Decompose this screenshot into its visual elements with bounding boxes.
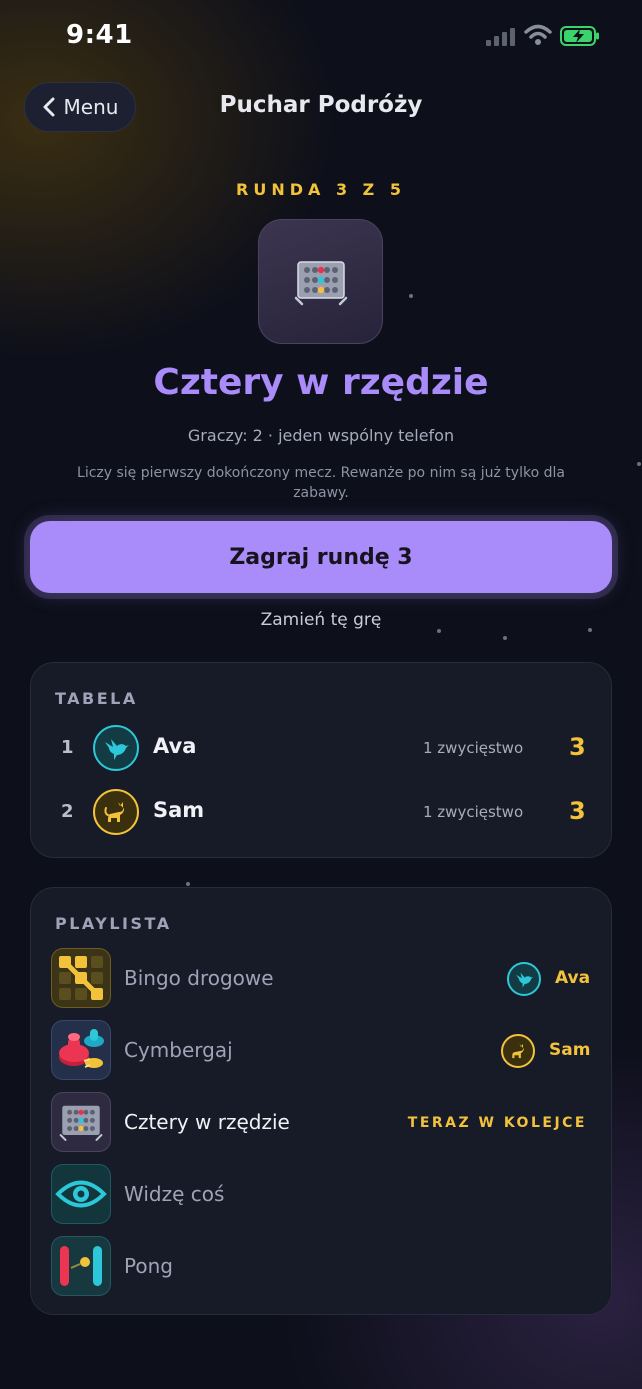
decorative-dot [437, 629, 441, 633]
current-game-tile [258, 219, 383, 344]
playlist-heading: PLAYLISTA [55, 914, 172, 933]
leaderboard-heading: TABELA [55, 689, 138, 708]
playlist-item[interactable]: Widzę coś [31, 1164, 611, 1226]
pong-icon [51, 1236, 111, 1296]
cat-icon [512, 1043, 524, 1059]
leaderboard-card: TABELA 1 Ava 1 zwycięstwo 3 2 Sam 1 zwyc… [30, 662, 612, 858]
leaderboard-row: 1 Ava 1 zwycięstwo 3 [31, 723, 611, 773]
air-hockey-icon [51, 1020, 111, 1080]
playlist-item[interactable]: Cymbergaj Sam [31, 1020, 611, 1082]
hummingbird-icon [516, 972, 534, 988]
wifi-icon [524, 24, 552, 45]
eye-icon [51, 1164, 111, 1224]
bingo-grid-icon [51, 948, 111, 1008]
playlist-card: PLAYLISTA Bingo drogowe Ava Cymbergaj Sa… [30, 887, 612, 1315]
cat-icon [104, 802, 124, 822]
player-name: Sam [153, 798, 205, 822]
hummingbird-icon [105, 739, 129, 760]
page-title: Puchar Podróży [219, 92, 423, 118]
battery-charging-icon [560, 26, 599, 46]
leaderboard-row: 2 Sam 1 zwycięstwo 3 [31, 787, 611, 837]
player-avatar [93, 725, 139, 771]
winner-avatar [501, 1034, 535, 1068]
cellular-signal-icon [486, 28, 515, 46]
players-info: Graczy: 2 · jeden wspólny telefon [187, 426, 455, 445]
playlist-item-name: Cymbergaj [124, 1038, 233, 1062]
playlist-item[interactable]: Cztery w rzędzie TERAZ W KOLEJCE [31, 1092, 611, 1154]
round-rules-note: Liczy się pierwszy dokończony mecz. Rewa… [77, 465, 565, 501]
connect-four-icon [294, 260, 347, 305]
winner-name: Ava [555, 968, 591, 988]
decorative-dot [588, 628, 592, 632]
player-score: 3 [569, 733, 586, 761]
decorative-dot [186, 882, 190, 886]
round-indicator: RUNDA 3 Z 5 [236, 180, 406, 199]
swap-game-link[interactable]: Zamień tę grę [0, 610, 642, 630]
playlist-item-name: Pong [124, 1254, 173, 1278]
playlist-item-name: Cztery w rzędzie [124, 1110, 290, 1134]
playlist-item-name: Bingo drogowe [124, 966, 274, 990]
playlist-item[interactable]: Pong [31, 1236, 611, 1298]
winner-avatar [507, 962, 541, 996]
player-wins: 1 zwycięstwo [423, 803, 524, 821]
player-avatar [93, 789, 139, 835]
player-score: 3 [569, 797, 586, 825]
now-playing-badge: TERAZ W KOLEJCE [407, 1115, 587, 1131]
playlist-item[interactable]: Bingo drogowe Ava [31, 948, 611, 1010]
decorative-dot [409, 294, 413, 298]
connect-four-icon [51, 1092, 111, 1152]
rank-number: 1 [61, 737, 74, 758]
rank-number: 2 [61, 801, 74, 822]
decorative-dot [637, 462, 641, 466]
status-time: 9:41 [66, 20, 133, 50]
play-round-button[interactable]: Zagraj rundę 3 [30, 521, 612, 593]
game-title: Cztery w rzędzie [153, 362, 489, 403]
decorative-dot [503, 636, 507, 640]
playlist-item-name: Widzę coś [124, 1182, 225, 1206]
winner-name: Sam [549, 1040, 591, 1060]
player-wins: 1 zwycięstwo [423, 739, 524, 757]
player-name: Ava [153, 734, 197, 758]
